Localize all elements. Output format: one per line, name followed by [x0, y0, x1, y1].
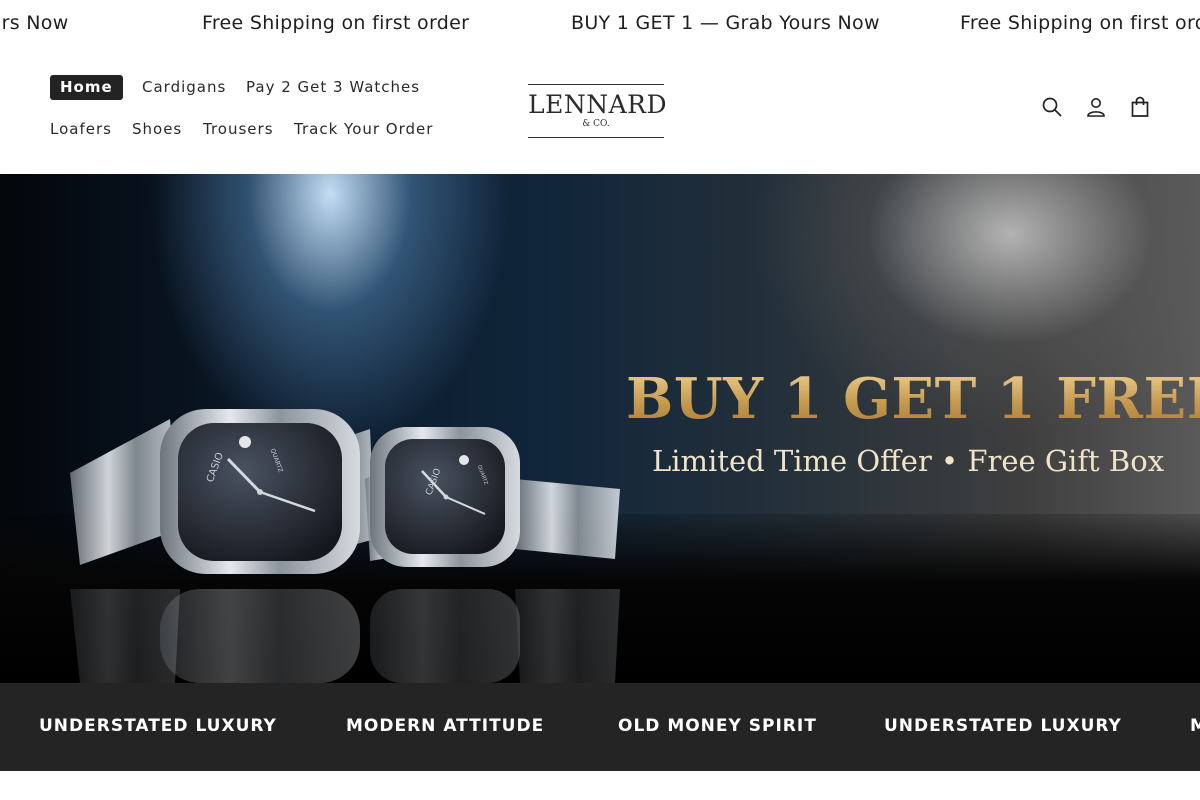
logo-subtitle: & CO.: [582, 119, 610, 129]
cart-icon[interactable]: [1128, 95, 1152, 119]
site-header: Home Cardigans Pay 2 Get 3 Watches Loafe…: [0, 50, 1200, 174]
logo-rule: [528, 84, 664, 85]
announcement-bar: Yours Now Free Shipping on first order B…: [0, 0, 1200, 50]
nav-track-your-order[interactable]: Track Your Order: [294, 120, 433, 138]
announcement-message: BUY 1 GET 1 — Grab Yours Now: [571, 12, 880, 34]
nav-pay-2-get-3-watches[interactable]: Pay 2 Get 3 Watches: [246, 78, 420, 96]
hero-subtitle: Limited Time Offer • Free Gift Box: [652, 444, 1165, 478]
marquee-item: UNDERSTATED LUXURY: [884, 716, 1122, 736]
nav-trousers[interactable]: Trousers: [203, 120, 274, 138]
account-icon[interactable]: [1084, 95, 1108, 119]
brand-logo[interactable]: LENNARD & CO.: [528, 84, 668, 139]
marquee-item: OLD MONEY SPIRIT: [618, 716, 817, 736]
announcement-message: Yours Now: [0, 12, 69, 34]
hero-title: BUY 1 GET 1 FREE: [626, 366, 1200, 432]
nav-cardigans[interactable]: Cardigans: [142, 78, 226, 96]
nav-shoes[interactable]: Shoes: [132, 120, 182, 138]
marquee-band: UNDERSTATED LUXURY MODERN ATTITUDE OLD M…: [0, 683, 1200, 771]
search-icon[interactable]: [1040, 95, 1064, 119]
marquee-item: UNDERSTATED LUXURY: [39, 716, 277, 736]
nav-home[interactable]: Home: [50, 75, 123, 100]
nav-loafers[interactable]: Loafers: [50, 120, 112, 138]
logo-name: LENNARD: [528, 90, 668, 119]
logo-rule: [528, 137, 664, 138]
watches-image: [70, 409, 620, 683]
announcement-message: Free Shipping on first orde: [960, 12, 1200, 34]
announcement-message: Free Shipping on first order: [202, 12, 470, 34]
marquee-item: MODERN ATTITUDE: [346, 716, 545, 736]
marquee-item: M: [1190, 716, 1200, 736]
hero-banner[interactable]: CASIO QUARTZ CASIO QUARTZ BUY 1 GET 1 FR…: [0, 174, 1200, 683]
